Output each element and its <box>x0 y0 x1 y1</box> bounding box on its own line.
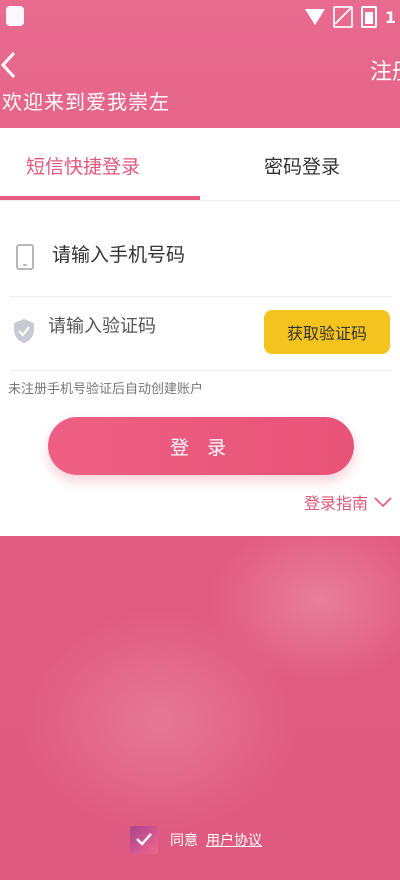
agree-checkbox[interactable] <box>130 826 158 854</box>
chevron-down-icon <box>374 497 392 507</box>
phone-input[interactable] <box>50 238 354 272</box>
agreement-footer: 同意 用户协议 <box>0 826 400 856</box>
back-button[interactable] <box>0 50 22 80</box>
login-guide-link[interactable]: 登录指南 <box>304 490 392 514</box>
wifi-icon <box>304 9 325 25</box>
status-time: 1 <box>384 7 396 27</box>
user-agreement-link[interactable]: 用户协议 <box>206 830 262 850</box>
shield-check-icon <box>14 319 34 343</box>
phone-icon <box>16 244 34 270</box>
login-button[interactable]: 登 录 <box>48 417 354 475</box>
chevron-left-icon <box>0 51 16 79</box>
agree-label: 同意 <box>170 833 198 849</box>
status-bar: 1 <box>0 0 400 36</box>
login-panel: 短信快捷登录 密码登录 获取验证码 未注册手机号验证后自动创建账户 登 录 登录… <box>0 128 400 536</box>
register-link[interactable]: 注册 <box>370 54 400 86</box>
tab-password-login[interactable]: 密码登录 <box>264 152 340 179</box>
status-icons: 1 <box>304 4 396 30</box>
app-notification-icon <box>6 6 24 26</box>
no-sim-icon <box>332 6 353 28</box>
welcome-title: 欢迎来到爱我崇左 <box>2 90 170 114</box>
auto-register-hint: 未注册手机号验证后自动创建账户 <box>8 382 204 397</box>
tab-sms-login[interactable]: 短信快捷登录 <box>26 152 140 179</box>
login-tabs: 短信快捷登录 密码登录 <box>0 128 400 201</box>
phone-row <box>10 220 392 297</box>
verification-code-input[interactable] <box>46 310 250 342</box>
login-guide-label: 登录指南 <box>303 494 368 513</box>
active-tab-indicator <box>0 196 200 200</box>
get-code-button[interactable]: 获取验证码 <box>264 310 390 354</box>
code-row: 获取验证码 <box>10 296 392 371</box>
battery-icon <box>360 6 377 28</box>
check-icon <box>136 833 152 846</box>
